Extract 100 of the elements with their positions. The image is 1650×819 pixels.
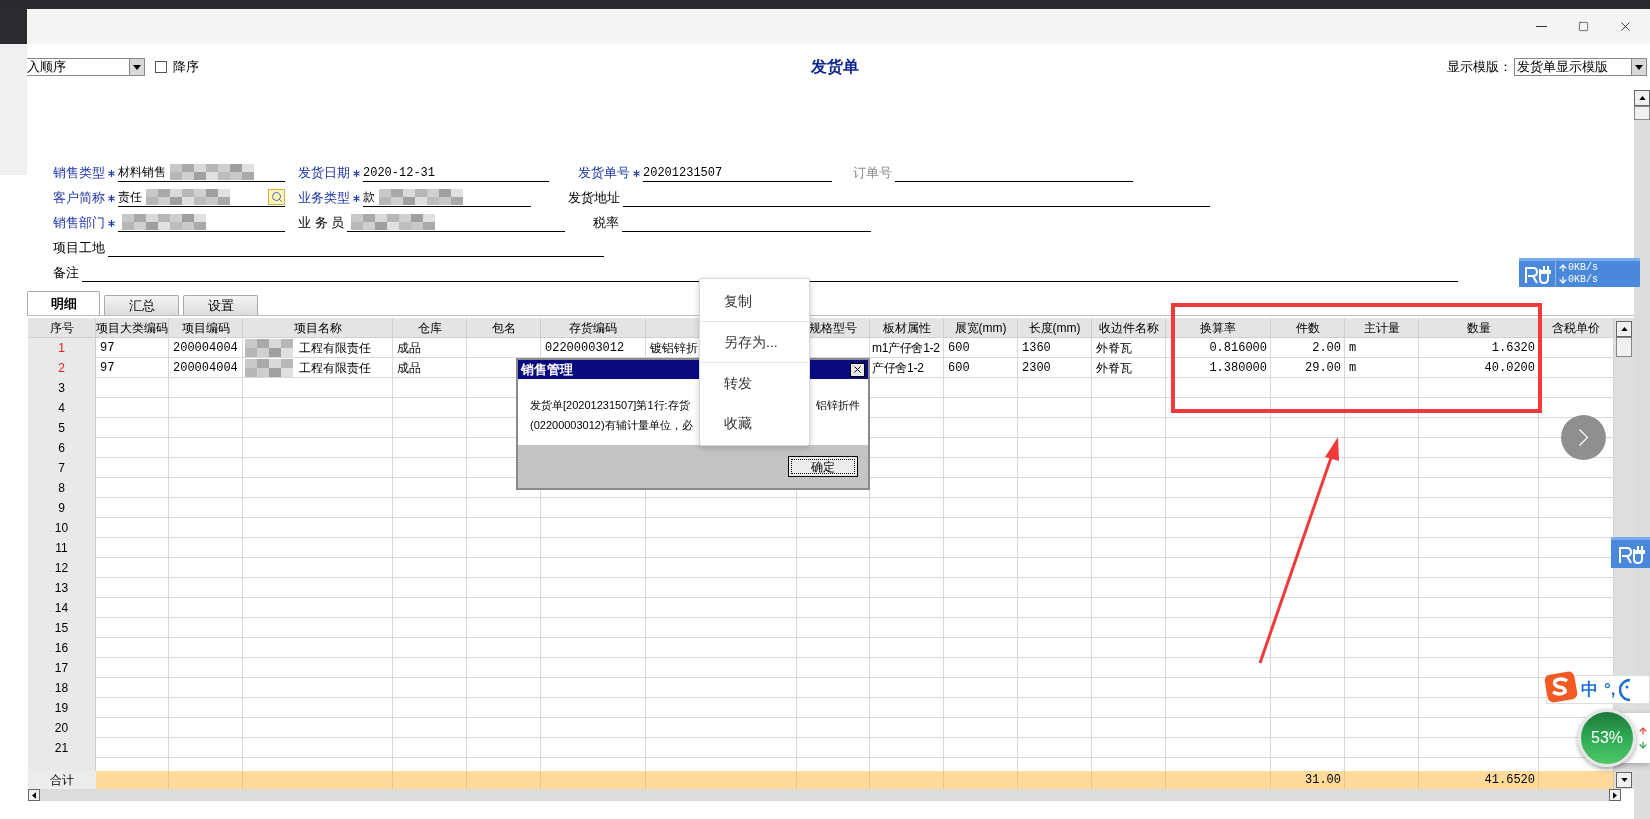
table-cell: 97 [96,358,169,378]
menu-item[interactable]: 另存为... [700,322,809,362]
input-field[interactable]: 责任 [118,189,285,207]
field-label: 发货日期 [298,164,350,182]
table-cell: 200004004 [169,358,243,378]
download-speed: 0KB/s [1568,274,1598,286]
table-cell: 外脊瓦 [1092,358,1166,378]
column-header[interactable]: 数量 [1419,318,1539,338]
maximize-icon [1577,21,1589,32]
column-header[interactable]: 项目大类编码 [96,318,169,338]
field-label: 税率 [593,214,619,232]
column-header[interactable]: 收边件名称 [1092,318,1166,338]
table-cell: 97 [96,338,169,358]
row-number: 12 [28,558,96,579]
input-field[interactable] [347,214,565,232]
scroll-left-icon[interactable] [28,789,40,801]
row-number: 21 [28,738,96,759]
dialog-title: 销售管理 [521,360,573,379]
upload-icon [1638,726,1648,736]
field-label: 业 务 员 [298,214,345,232]
field-label: 业务类型 [298,189,350,207]
template-dropdown[interactable]: 发货单显示模版 [1514,58,1647,76]
scroll-down-icon[interactable] [1616,772,1632,788]
row-number: 18 [28,678,96,699]
table-cell: m [1345,358,1419,378]
row-number: 16 [28,638,96,659]
table-cell: 600 [944,338,1018,358]
row-number: 1 [28,338,96,359]
tab[interactable]: 明细 [27,291,100,315]
row-number: 13 [28,578,96,599]
upload-speed: 0KB/s [1568,262,1598,274]
template-label: 显示模版： [1447,58,1512,77]
column-header[interactable]: 件数 [1271,318,1345,338]
menu-item[interactable]: 收藏 [700,403,809,443]
row-number: 15 [28,618,96,639]
menu-item[interactable]: 转发 [700,363,809,403]
dialog-message: (02200003012)有辅计量单位，必 [530,418,693,433]
ime-punctuation[interactable]: °, [1604,676,1616,703]
row-number: 10 [28,518,96,539]
tab[interactable]: 汇总 [104,295,179,315]
download-icon [1638,740,1648,750]
sort-dropdown[interactable]: 入顺序 [27,58,145,76]
row-number: 14 [28,598,96,619]
checkbox[interactable] [155,61,167,73]
input-field[interactable]: 20201231507 [643,164,832,182]
input-field[interactable]: 2020-12-31 [363,164,549,182]
ime-language[interactable]: 中 [1581,676,1598,703]
table-cell: 2.00 [1271,338,1345,358]
plug-icon [1616,543,1646,565]
next-button[interactable] [1561,415,1606,460]
table-cell: 1360 [1018,338,1092,358]
column-header[interactable]: 展宽(mm) [944,318,1018,338]
table-cell: m1产仔舍1-2 [870,338,944,358]
search-icon[interactable] [268,189,285,205]
memory-reading: 53% [1591,728,1623,748]
scroll-right-icon[interactable] [1609,789,1621,801]
scroll-thumb[interactable] [1634,106,1650,120]
table-cell: 29.00 [1271,358,1345,378]
field-label: 销售类型 [53,164,105,182]
row-number: 11 [28,538,96,559]
column-header[interactable]: 项目名称 [243,318,393,338]
column-header[interactable]: 仓库 [393,318,467,338]
scroll-up-icon[interactable] [1634,90,1650,106]
field-label: 销售部门 [53,214,105,232]
field-label: 项目工地 [53,239,105,257]
column-header[interactable]: 换算率 [1166,318,1271,338]
checkbox-label: 降序 [173,58,199,77]
scroll-thumb[interactable] [1616,337,1632,357]
tab[interactable]: 设置 [183,295,258,315]
row-number: 2 [28,358,96,379]
download-icon [1558,275,1568,285]
table-cell: 2300 [1018,358,1092,378]
input-field[interactable]: 款 [363,189,531,207]
column-header[interactable]: 板材属性 [870,318,944,338]
row-number: 20 [28,718,96,739]
menu-item[interactable]: 复制 [700,281,809,321]
column-header[interactable]: 主计量 [1345,318,1419,338]
row-number: 17 [28,658,96,679]
smiley-icon[interactable] [1618,678,1631,701]
table-cell: 1.380000 [1166,358,1271,378]
column-header[interactable]: 项目编码 [169,318,243,338]
ok-button[interactable]: 确定 [788,456,858,477]
table-cell: 外脊瓦 [1092,338,1166,358]
column-header[interactable]: 存货编码 [541,318,646,338]
scroll-up-icon[interactable] [1616,321,1632,337]
dialog-message: 发货单[20201231507]第1行:存货 [530,398,690,413]
row-number: 4 [28,398,96,419]
dialog-message: 铝锌折件 [816,398,860,413]
row-number: 8 [28,478,96,499]
input-field[interactable] [118,214,285,232]
document-title: 发货单 [810,57,859,78]
table-cell: 1.6320 [1419,338,1539,358]
row-number: 3 [28,378,96,399]
table-cell: 200004004 [169,338,243,358]
horizontal-scrollbar[interactable] [28,789,1621,801]
table-cell: m [1345,338,1419,358]
column-header[interactable]: 长度(mm) [1018,318,1092,338]
column-header[interactable]: 包名 [467,318,541,338]
input-field[interactable]: 材料销售 [118,164,285,182]
chevron-right-icon [1579,429,1588,446]
